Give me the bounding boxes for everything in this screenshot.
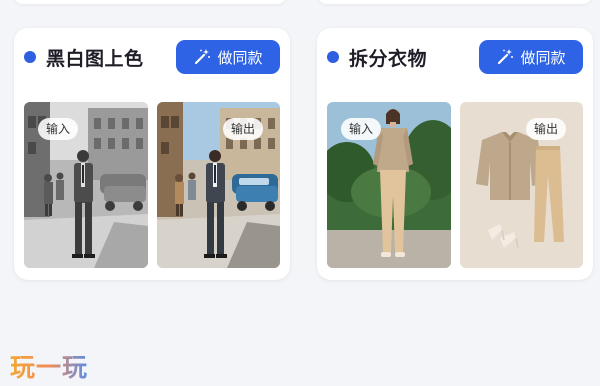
output-image[interactable]: 输出 xyxy=(157,102,280,268)
previous-card-right[interactable] xyxy=(318,0,592,4)
input-tag: 输入 xyxy=(341,118,382,140)
card-header: 黑白图上色 做同款 xyxy=(24,40,280,74)
card-title: 拆分衣物 xyxy=(349,48,428,70)
previous-card-left[interactable] xyxy=(14,0,286,4)
input-tag: 输入 xyxy=(38,118,79,140)
input-image[interactable]: 输入 xyxy=(327,102,451,268)
make-same-label: 做同款 xyxy=(520,48,566,67)
colorize-card[interactable]: 黑白图上色 做同款 输入 输出 xyxy=(14,28,290,280)
bullet-dot xyxy=(327,51,339,63)
output-image[interactable]: 输出 xyxy=(460,102,583,268)
page: 黑白图上色 做同款 输入 输出 拆分衣物 做同款 输入 输出 玩一玩 xyxy=(0,0,600,386)
make-same-button[interactable]: 做同款 xyxy=(479,40,583,74)
output-tag: 输出 xyxy=(526,118,567,140)
make-same-label: 做同款 xyxy=(217,48,263,67)
split-clothing-card[interactable]: 拆分衣物 做同款 输入 输出 xyxy=(317,28,593,280)
magic-wand-icon xyxy=(498,49,514,65)
watermark-text: 玩一玩 xyxy=(10,353,88,382)
make-same-button[interactable]: 做同款 xyxy=(176,40,280,74)
input-image[interactable]: 输入 xyxy=(24,102,148,268)
magic-wand-icon xyxy=(195,49,211,65)
bullet-dot xyxy=(24,51,36,63)
output-tag: 输出 xyxy=(223,118,264,140)
card-header: 拆分衣物 做同款 xyxy=(327,40,583,74)
card-title: 黑白图上色 xyxy=(46,48,144,70)
watermark-logo: 玩一玩 xyxy=(10,353,88,382)
